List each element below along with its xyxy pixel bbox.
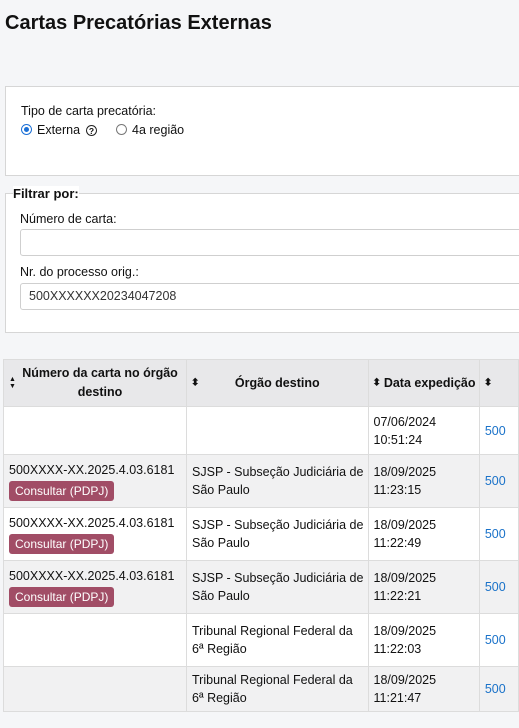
table-row: Tribunal Regional Federal da 6ª Região 1… xyxy=(2,666,519,712)
tipo-label: Tipo de carta precatória: xyxy=(21,104,157,118)
processo-input[interactable]: 500XXXXXX20234047208 xyxy=(20,283,519,310)
cell-data: 18/09/2025 11:22:21 xyxy=(367,560,480,614)
cell-numero xyxy=(2,666,188,712)
cell-orgao: SJSP - Subseção Judiciária de São Paulo xyxy=(186,560,369,614)
cell-data: 18/09/2025 11:21:47 xyxy=(367,666,480,712)
cell-orgao xyxy=(186,406,369,455)
cell-orgao: SJSP - Subseção Judiciária de São Paulo xyxy=(186,507,369,561)
cell-link[interactable]: 500 xyxy=(478,406,519,455)
cell-numero xyxy=(2,406,188,455)
numero-text: 500XXXX-XX.2025.4.03.6181 xyxy=(9,463,175,477)
filter-legend: Filtrar por: xyxy=(13,186,79,201)
consultar-pdpj-button[interactable]: Consultar (PDPJ) xyxy=(9,534,115,554)
radio-4a-regiao-label[interactable]: 4a região xyxy=(132,123,184,137)
cell-orgao: Tribunal Regional Federal da 6ª Região xyxy=(186,666,369,712)
numero-text: 500XXXX-XX.2025.4.03.6181 xyxy=(9,516,175,530)
consultar-pdpj-button[interactable]: Consultar (PDPJ) xyxy=(9,587,115,607)
cell-orgao: Tribunal Regional Federal da 6ª Região xyxy=(186,613,369,667)
numero-carta-label: Número de carta: xyxy=(20,212,117,226)
cell-link[interactable]: 500 xyxy=(478,613,519,667)
col-numero-label: Número da carta no órgão destino xyxy=(22,366,178,399)
col-extra-header[interactable]: ⬍ xyxy=(478,359,519,407)
cell-numero: 500XXXX-XX.2025.4.03.6181 Consultar (PDP… xyxy=(2,454,188,508)
sort-asc-desc-icon[interactable]: ▲ ▼ xyxy=(9,376,16,390)
table-row: 500XXXX-XX.2025.4.03.6181 Consultar (PDP… xyxy=(2,507,519,561)
col-numero-header[interactable]: ▲ ▼ Número da carta no órgão destino xyxy=(2,359,188,407)
cell-link[interactable]: 500 xyxy=(478,507,519,561)
table-row: Tribunal Regional Federal da 6ª Região 1… xyxy=(2,613,519,667)
cell-data: 18/09/2025 11:23:15 xyxy=(367,454,480,508)
sort-icon[interactable]: ⬍ xyxy=(373,378,381,389)
cell-link[interactable]: 500 xyxy=(478,454,519,508)
cell-link[interactable]: 500 xyxy=(478,560,519,614)
cell-data: 18/09/2025 11:22:03 xyxy=(367,613,480,667)
sort-icon[interactable]: ⬍ xyxy=(484,378,492,389)
radio-externa-label[interactable]: Externa xyxy=(37,123,80,137)
numero-text: 500XXXX-XX.2025.4.03.6181 xyxy=(9,569,175,583)
col-data-header[interactable]: ⬍ Data expedição xyxy=(367,359,480,407)
col-data-label: Data expedição xyxy=(383,376,476,390)
table-row: 500XXXX-XX.2025.4.03.6181 Consultar (PDP… xyxy=(2,454,519,508)
col-orgao-header[interactable]: ⬍ Órgão destino xyxy=(186,359,369,407)
page-title: Cartas Precatórias Externas xyxy=(5,12,272,34)
cell-numero: 500XXXX-XX.2025.4.03.6181 Consultar (PDP… xyxy=(2,507,188,561)
tipo-panel: Tipo de carta precatória: Externa ? 4a r… xyxy=(5,86,519,176)
help-icon[interactable]: ? xyxy=(86,125,97,136)
cell-data: 18/09/2025 11:22:49 xyxy=(367,507,480,561)
cell-orgao: SJSP - Subseção Judiciária de São Paulo xyxy=(186,454,369,508)
col-orgao-label: Órgão destino xyxy=(234,376,320,390)
processo-label: Nr. do processo orig.: xyxy=(20,265,139,279)
cell-numero: 500XXXX-XX.2025.4.03.6181 Consultar (PDP… xyxy=(2,560,188,614)
cell-numero xyxy=(2,613,188,667)
cell-link[interactable]: 500 xyxy=(478,666,519,712)
sort-icon[interactable]: ⬍ xyxy=(191,378,199,389)
radio-externa[interactable] xyxy=(21,124,32,135)
cell-data: 07/06/2024 10:51:24 xyxy=(367,406,480,455)
table-row: 07/06/2024 10:51:24 500 xyxy=(2,406,519,455)
table-row: 500XXXX-XX.2025.4.03.6181 Consultar (PDP… xyxy=(2,560,519,614)
radio-4a-regiao[interactable] xyxy=(116,124,127,135)
consultar-pdpj-button[interactable]: Consultar (PDPJ) xyxy=(9,481,115,501)
results-table: ▲ ▼ Número da carta no órgão destino ⬍ Ór… xyxy=(2,359,519,712)
numero-carta-input[interactable] xyxy=(20,229,519,256)
